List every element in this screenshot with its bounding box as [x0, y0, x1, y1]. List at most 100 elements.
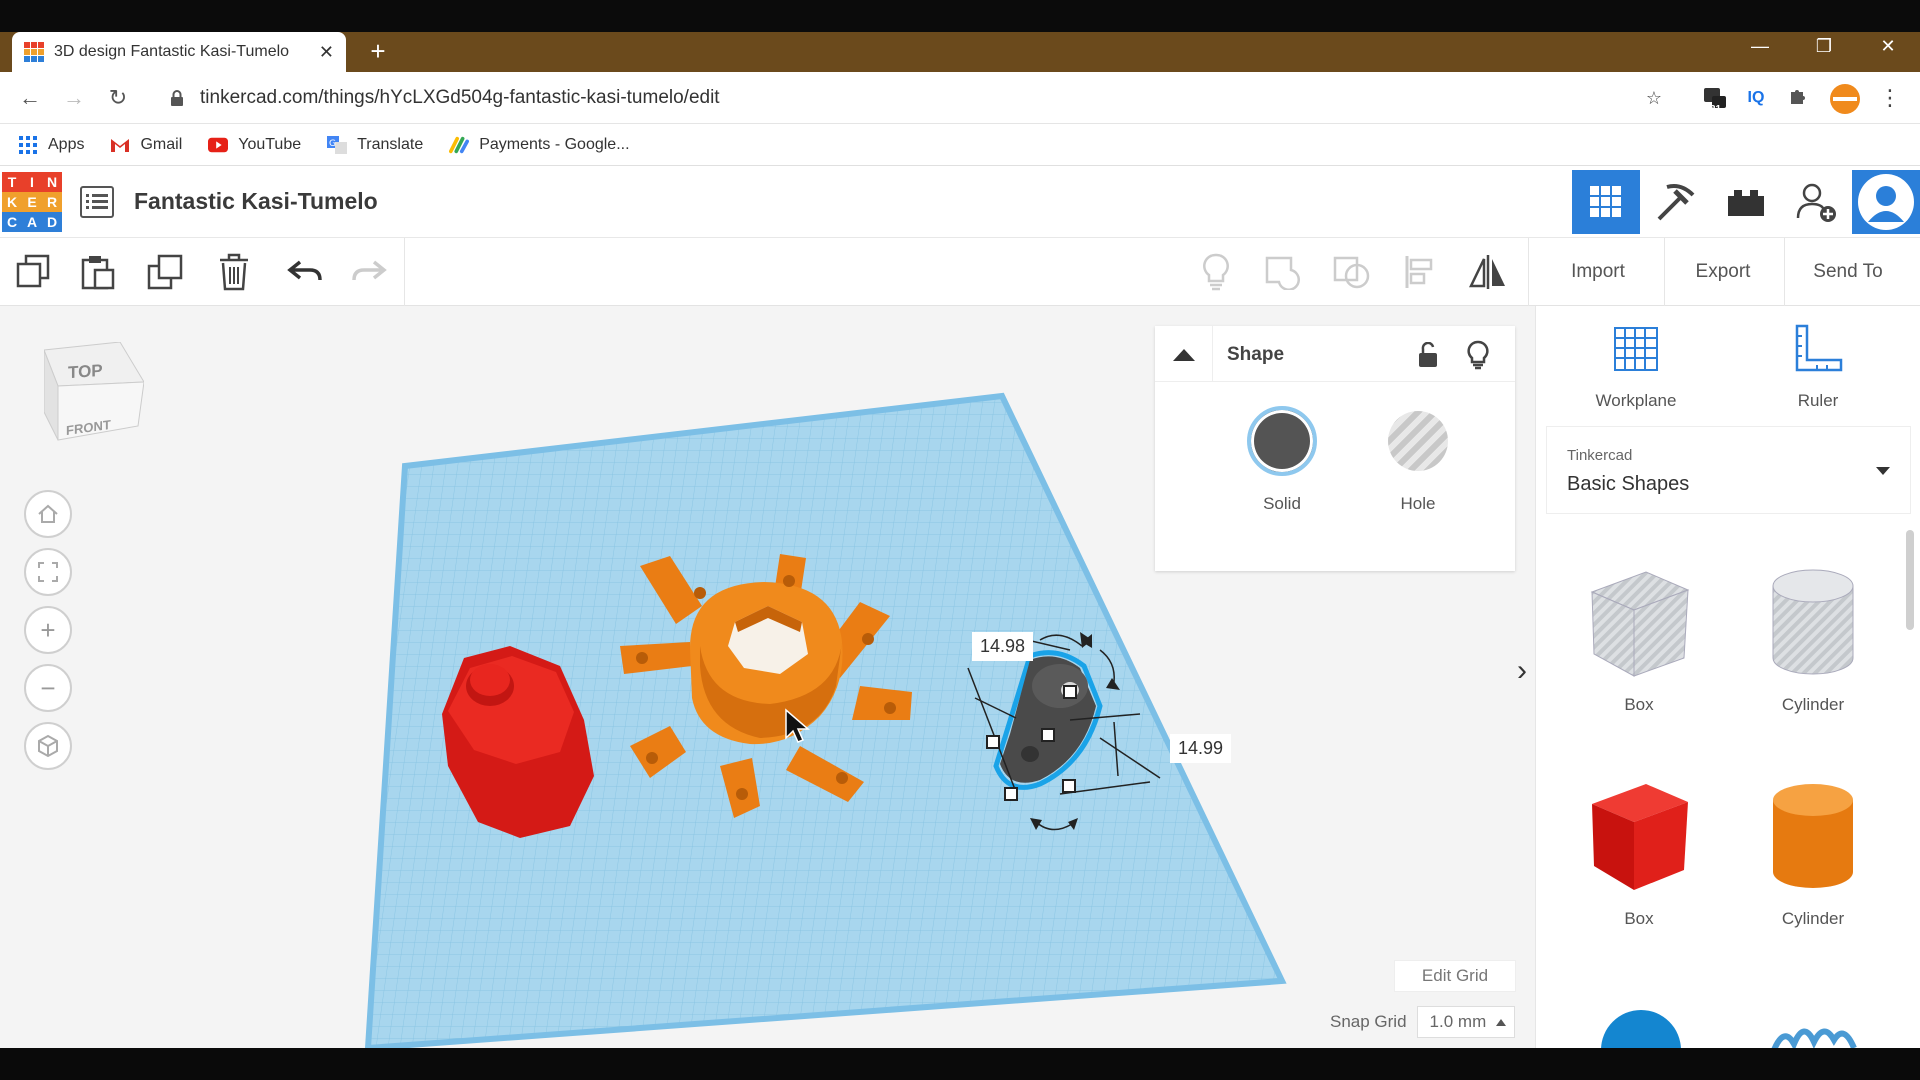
- bookmark-apps[interactable]: Apps: [18, 135, 84, 154]
- grid-view-icon: [1590, 186, 1621, 217]
- shape-library-dropdown[interactable]: Tinkercad Basic Shapes: [1546, 426, 1911, 514]
- mirror-icon: [1469, 255, 1505, 289]
- ruler-icon: [1795, 324, 1843, 372]
- chevron-right-icon[interactable]: ›: [1510, 646, 1534, 696]
- scribble-shape-partial[interactable]: [1770, 1020, 1860, 1048]
- sphere-shape-partial[interactable]: [1596, 1010, 1686, 1048]
- bricks-button[interactable]: [1712, 170, 1780, 234]
- fit-view-button[interactable]: [24, 548, 72, 596]
- depth-dimension-input[interactable]: 14.99: [1170, 734, 1232, 763]
- reload-icon[interactable]: ↻: [104, 84, 132, 112]
- duplicate-button[interactable]: [144, 250, 188, 294]
- logo-letter: T: [2, 172, 22, 192]
- design-list-icon[interactable]: [80, 186, 114, 218]
- workplane-icon: [1614, 327, 1658, 371]
- tinkercad-logo[interactable]: T I N K E R C A D: [2, 172, 62, 232]
- minimize-icon[interactable]: —: [1740, 36, 1780, 57]
- shape-item-cylinder-hole[interactable]: Cylinder: [1738, 564, 1888, 715]
- zoom-out-button[interactable]: −: [24, 664, 72, 712]
- lock-icon: [171, 90, 183, 106]
- edit-grid-button[interactable]: Edit Grid: [1394, 960, 1516, 992]
- ungroup-button[interactable]: [1330, 250, 1374, 294]
- ungroup-icon: [1333, 256, 1370, 289]
- puzzle-extensions-icon[interactable]: [1784, 84, 1812, 112]
- logo-letter: D: [42, 212, 62, 232]
- shape-item-box-hole[interactable]: Box: [1564, 564, 1714, 715]
- fit-icon: [38, 562, 58, 582]
- ruler-tool[interactable]: Ruler: [1758, 324, 1878, 411]
- snap-grid-select[interactable]: 1.0 mm: [1416, 1006, 1515, 1038]
- shape-item-label: Box: [1624, 695, 1654, 714]
- design-title[interactable]: Fantastic Kasi-Tumelo: [134, 188, 378, 215]
- group-button[interactable]: [1262, 250, 1306, 294]
- gmail-icon: [111, 138, 130, 152]
- tab-close-icon[interactable]: ✕: [319, 42, 334, 63]
- bookmark-gmail[interactable]: Gmail: [110, 136, 182, 154]
- solid-option[interactable]: Solid: [1237, 406, 1327, 514]
- restore-icon[interactable]: ❐: [1804, 36, 1844, 57]
- bookmark-youtube[interactable]: YouTube: [208, 136, 301, 154]
- logo-letter: E: [22, 192, 42, 212]
- delete-button[interactable]: [212, 250, 256, 294]
- bookmark-payments[interactable]: Payments - Google...: [449, 135, 630, 154]
- lock-toggle-icon[interactable]: [1417, 342, 1439, 368]
- undo-icon: [287, 260, 322, 281]
- url-text: tinkercad.com/things/hYcLXGd504g-fantast…: [200, 87, 720, 108]
- window-close-icon[interactable]: ✕: [1868, 36, 1908, 57]
- browser-tab-strip: 3D design Fantastic Kasi-Tumelo ✕ + — ❐ …: [0, 32, 1920, 72]
- export-button[interactable]: Export: [1670, 252, 1776, 292]
- width-dimension-input[interactable]: 14.98: [972, 632, 1034, 661]
- user-avatar-button[interactable]: [1852, 170, 1920, 234]
- toggle-visibility-button[interactable]: [1194, 250, 1238, 294]
- plus-icon: +: [40, 614, 56, 645]
- 3d-workspace[interactable]: TOP FRONT + − Shape Solid Hole 14.98 14.…: [0, 306, 1535, 1048]
- import-button[interactable]: Import: [1540, 252, 1656, 292]
- lightbulb-icon: [1203, 253, 1229, 291]
- zoom-in-button[interactable]: +: [24, 606, 72, 654]
- mirror-button[interactable]: [1466, 250, 1510, 294]
- view-cube-top-label: TOP: [68, 360, 103, 383]
- codeblocks-button[interactable]: [1642, 170, 1710, 234]
- align-button[interactable]: [1398, 250, 1442, 294]
- send-to-button[interactable]: Send To: [1792, 252, 1904, 292]
- shape-item-box[interactable]: Box: [1564, 778, 1714, 929]
- logo-letter: N: [42, 172, 62, 192]
- new-tab-button[interactable]: +: [364, 38, 392, 66]
- profile-avatar-icon[interactable]: [1830, 84, 1860, 114]
- invite-user-button[interactable]: [1782, 170, 1850, 234]
- workplane-tool[interactable]: Workplane: [1576, 324, 1696, 411]
- bookmark-star-icon[interactable]: ☆: [1640, 84, 1668, 112]
- view-cube[interactable]: [44, 342, 144, 462]
- url-field[interactable]: tinkercad.com/things/hYcLXGd504g-fantast…: [150, 80, 1660, 116]
- back-arrow-icon[interactable]: ←: [16, 84, 44, 112]
- caret-up-icon: [1496, 1019, 1507, 1026]
- paste-button[interactable]: [76, 250, 120, 294]
- bookmark-label: Payments - Google...: [479, 135, 630, 153]
- 3d-view-button[interactable]: [1572, 170, 1640, 234]
- shape-item-cylinder[interactable]: Cylinder: [1738, 778, 1888, 929]
- solid-color-swatch[interactable]: [1247, 406, 1317, 476]
- visibility-lightbulb-icon[interactable]: [1467, 340, 1489, 370]
- hole-option[interactable]: Hole: [1373, 406, 1463, 514]
- iq-extension-icon[interactable]: IQ: [1742, 84, 1770, 112]
- paste-icon: [81, 256, 115, 290]
- toolbar-separator: [1664, 238, 1665, 306]
- sidebar-scrollbar[interactable]: [1906, 530, 1914, 630]
- collapse-panel-button[interactable]: [1155, 326, 1213, 382]
- snap-grid-value: 1.0 mm: [1429, 1012, 1487, 1031]
- browser-menu-icon[interactable]: ⋮: [1876, 84, 1904, 112]
- redo-button[interactable]: [348, 250, 392, 294]
- browser-tab[interactable]: 3D design Fantastic Kasi-Tumelo ✕: [12, 32, 346, 72]
- hole-swatch[interactable]: [1388, 411, 1448, 471]
- copy-button[interactable]: [12, 250, 56, 294]
- duplicate-icon: [147, 254, 183, 290]
- extension-icon[interactable]: 21: [1700, 84, 1728, 115]
- perspective-button[interactable]: [24, 722, 72, 770]
- forward-arrow-icon[interactable]: →: [60, 84, 88, 112]
- bookmark-translate[interactable]: G Translate: [327, 135, 423, 154]
- logo-letter: R: [42, 192, 62, 212]
- youtube-icon: [208, 137, 229, 152]
- undo-button[interactable]: [282, 250, 326, 294]
- home-view-button[interactable]: [24, 490, 72, 538]
- hole-label: Hole: [1400, 494, 1436, 513]
